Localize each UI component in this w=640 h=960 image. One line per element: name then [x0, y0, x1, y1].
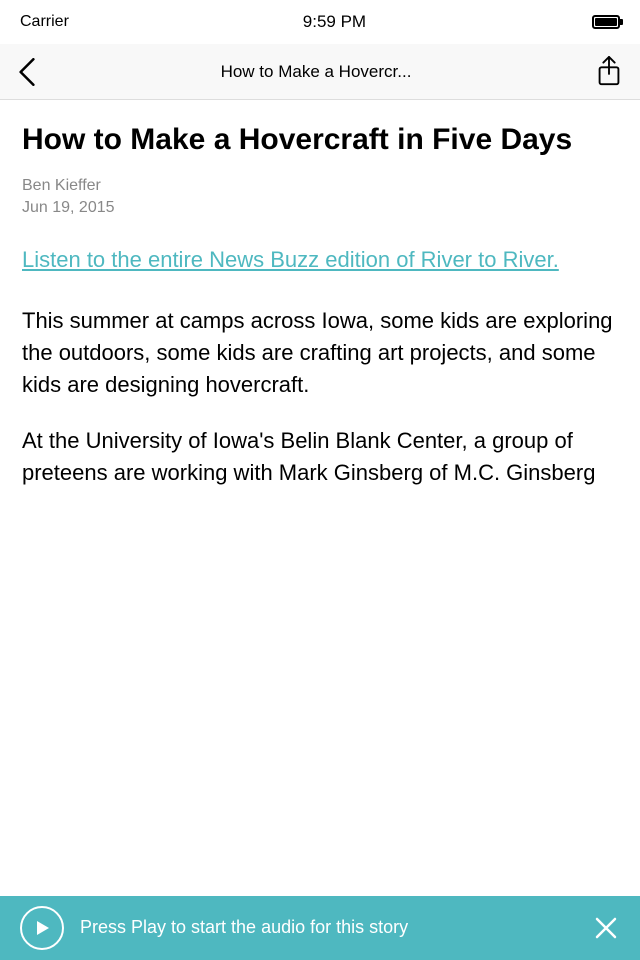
article-title: How to Make a Hovercraft in Five Days — [22, 122, 618, 157]
play-button[interactable] — [20, 906, 64, 950]
player-bar: Press Play to start the audio for this s… — [0, 896, 640, 960]
nav-bar: How to Make a Hovercr... — [0, 44, 640, 100]
back-button[interactable] — [14, 50, 40, 94]
article-paragraph-2: At the University of Iowa's Belin Blank … — [22, 425, 618, 489]
status-time: 9:59 PM — [303, 12, 366, 32]
battery-icon — [592, 15, 620, 29]
close-button[interactable] — [592, 914, 620, 942]
article-content: How to Make a Hovercraft in Five Days Be… — [0, 100, 640, 896]
battery-fill — [595, 18, 617, 26]
status-left: Carrier — [20, 13, 77, 31]
status-right — [592, 15, 620, 29]
article-date: Jun 19, 2015 — [22, 199, 618, 217]
article-link[interactable]: Listen to the entire News Buzz edition o… — [22, 245, 618, 275]
share-button[interactable] — [592, 48, 626, 96]
nav-title: How to Make a Hovercr... — [40, 62, 592, 82]
article-body: This summer at camps across Iowa, some k… — [22, 305, 618, 488]
article-paragraph-1: This summer at camps across Iowa, some k… — [22, 305, 618, 401]
article-author: Ben Kieffer — [22, 177, 618, 195]
player-text: Press Play to start the audio for this s… — [80, 916, 592, 939]
carrier-label: Carrier — [20, 13, 69, 31]
status-bar: Carrier 9:59 PM — [0, 0, 640, 44]
